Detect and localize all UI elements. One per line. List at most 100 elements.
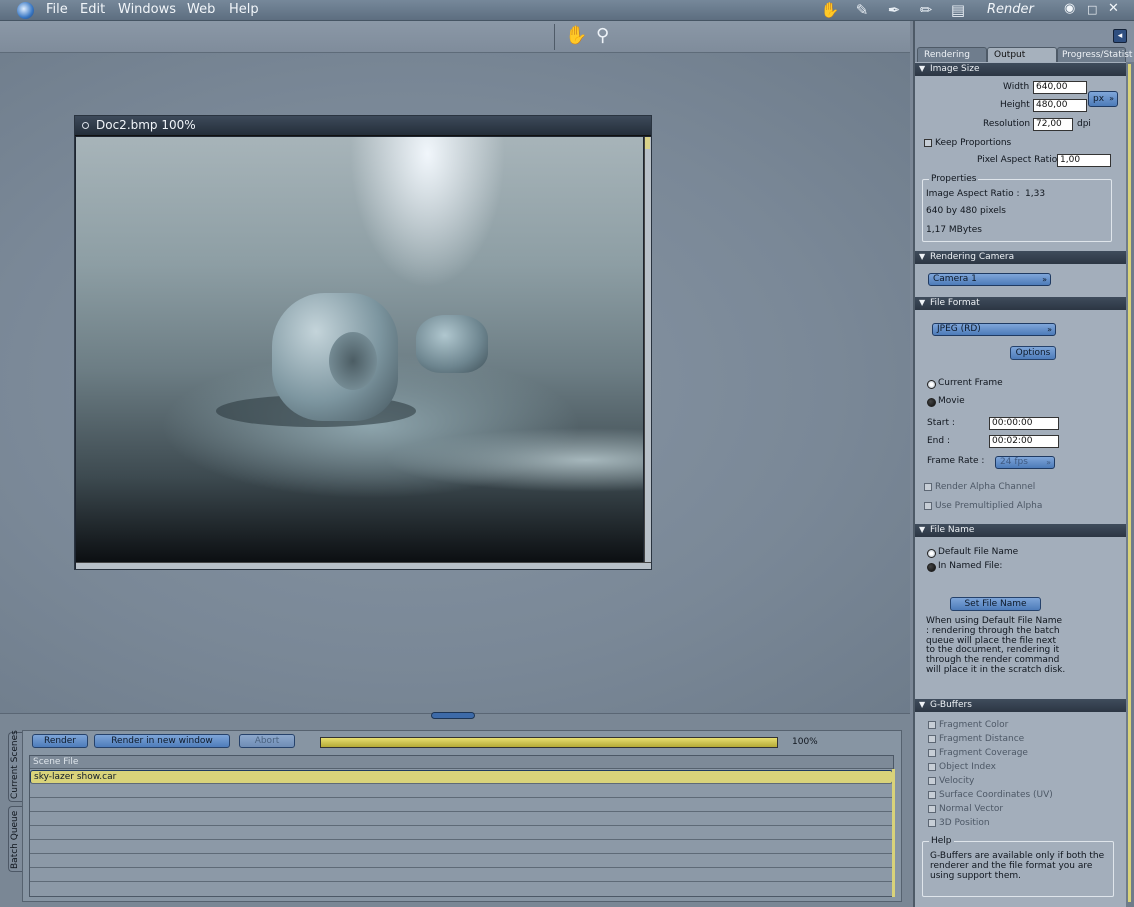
room-pencil-icon[interactable]: ✏ xyxy=(914,0,938,20)
menu-help[interactable]: Help xyxy=(229,2,259,17)
tab-output[interactable]: Output xyxy=(987,47,1057,62)
frame-rate-label: Frame Rate : xyxy=(927,456,985,466)
pixel-aspect-label: Pixel Aspect Ratio : xyxy=(977,155,1064,165)
height-input[interactable]: 480,00 xyxy=(1033,99,1087,112)
options-button[interactable]: Options xyxy=(1010,346,1056,360)
gbuffer-label: Surface Coordinates (UV) xyxy=(939,790,1053,800)
gbuffers-help-group: Help G-Buffers are available only if bot… xyxy=(922,836,1114,897)
room-hand-icon[interactable]: ✋ xyxy=(818,0,842,20)
panel-resize-handle[interactable] xyxy=(431,712,475,719)
gbuffer-checkbox[interactable] xyxy=(928,749,936,757)
premultiplied-alpha-label: Use Premultiplied Alpha xyxy=(935,501,1043,511)
tab-current-scenes[interactable]: Current Scenes xyxy=(8,730,22,802)
section-file-format[interactable]: File Format xyxy=(915,297,1126,310)
menu-bar: File Edit Windows Web Help ✋ ✎ ✒ ✏ ▤ Ren… xyxy=(0,0,1134,21)
gbuffer-checkbox[interactable] xyxy=(928,763,936,771)
table-row[interactable] xyxy=(30,784,893,798)
tab-rendering[interactable]: Rendering xyxy=(917,47,987,62)
movie-radio[interactable] xyxy=(927,398,936,407)
panel-scroll-thumb[interactable] xyxy=(1128,64,1131,902)
table-row[interactable]: sky-lazer show.car xyxy=(30,770,893,784)
gbuffer-label: Fragment Color xyxy=(939,720,1009,730)
named-file-label: In Named File: xyxy=(938,561,1003,571)
section-g-buffers[interactable]: G-Buffers xyxy=(915,699,1126,712)
table-row[interactable] xyxy=(30,882,893,896)
chevron-down-icon: » xyxy=(1042,275,1047,284)
current-frame-radio[interactable] xyxy=(927,380,936,389)
abort-button[interactable]: Abort xyxy=(239,734,295,748)
width-input[interactable]: 640,00 xyxy=(1033,81,1087,94)
vertical-scroll-thumb[interactable] xyxy=(645,137,650,149)
gbuffer-checkbox[interactable] xyxy=(928,735,936,743)
chevron-down-icon: » xyxy=(1046,458,1051,467)
room-brush-icon[interactable]: ✎ xyxy=(850,0,874,20)
gbuffer-checkbox[interactable] xyxy=(928,819,936,827)
gbuffer-checkbox[interactable] xyxy=(928,805,936,813)
table-row[interactable] xyxy=(30,812,893,826)
document-vertical-scrollbar[interactable] xyxy=(644,137,651,562)
panel-pin-icon[interactable]: ◂ xyxy=(1113,29,1127,43)
tab-batch-queue[interactable]: Batch Queue xyxy=(8,806,22,872)
menu-edit[interactable]: Edit xyxy=(80,2,105,17)
named-file-radio[interactable] xyxy=(927,563,936,572)
chevron-down-icon: » xyxy=(1109,94,1114,103)
file-format-select[interactable]: JPEG (RD) » xyxy=(932,323,1056,336)
gbuffer-checkbox[interactable] xyxy=(928,791,936,799)
table-row[interactable] xyxy=(30,798,893,812)
maximize-icon[interactable]: □ xyxy=(1087,3,1097,16)
end-label: End : xyxy=(927,436,950,446)
pixel-aspect-input[interactable]: 1,00 xyxy=(1057,154,1111,167)
gbuffer-checkbox[interactable] xyxy=(928,777,936,785)
frame-rate-select[interactable]: 24 fps » xyxy=(995,456,1055,469)
close-icon[interactable]: ✕ xyxy=(1108,1,1119,16)
end-input[interactable]: 00:02:00 xyxy=(989,435,1059,448)
scene-file-table: Scene File sky-lazer show.car xyxy=(29,755,895,897)
table-row[interactable] xyxy=(30,826,893,840)
hand-tool-icon[interactable]: ✋ xyxy=(565,25,587,46)
default-file-name-label: Default File Name xyxy=(938,547,1019,557)
output-tab-content: Image Size Width : 640,00 Height : 480,0… xyxy=(915,62,1126,907)
premultiplied-alpha-checkbox[interactable] xyxy=(924,502,932,510)
start-label: Start : xyxy=(927,418,955,428)
menu-file[interactable]: File xyxy=(46,2,68,17)
room-title: Render xyxy=(987,2,1034,17)
render-button[interactable]: Render xyxy=(32,734,88,748)
section-rendering-camera[interactable]: Rendering Camera xyxy=(915,251,1126,264)
set-file-name-button[interactable]: Set File Name xyxy=(950,597,1041,611)
resolution-label: Resolution : xyxy=(983,119,1036,129)
panel-scrollbar[interactable] xyxy=(1126,62,1134,907)
camera-select[interactable]: Camera 1 » xyxy=(928,273,1051,286)
app-logo-icon[interactable] xyxy=(17,2,34,19)
tab-current-scenes-label: Current Scenes xyxy=(10,730,20,799)
render-queue-panel: Current Scenes Batch Queue Render Render… xyxy=(0,712,910,907)
document-titlebar[interactable]: Doc2.bmp 100% xyxy=(75,116,651,136)
menu-web[interactable]: Web xyxy=(187,2,215,17)
gbuffer-checkbox[interactable] xyxy=(928,721,936,729)
default-file-name-radio[interactable] xyxy=(927,549,936,558)
document-close-icon[interactable] xyxy=(82,122,89,129)
table-row[interactable] xyxy=(30,868,893,882)
document-window[interactable]: Doc2.bmp 100% xyxy=(74,115,652,570)
render-alpha-checkbox[interactable] xyxy=(924,483,932,491)
rendered-image xyxy=(76,137,643,562)
table-scrollbar[interactable] xyxy=(892,769,895,897)
section-image-size[interactable]: Image Size xyxy=(915,63,1126,76)
render-new-window-button[interactable]: Render in new window xyxy=(94,734,230,748)
document-horizontal-scrollbar[interactable] xyxy=(76,562,651,569)
menu-windows[interactable]: Windows xyxy=(118,2,176,17)
gbuffers-help-text: G-Buffers are available only if both the… xyxy=(930,851,1105,881)
table-row[interactable] xyxy=(30,854,893,868)
keep-proportions-checkbox[interactable] xyxy=(924,139,932,147)
room-film-icon[interactable]: ▤ xyxy=(946,0,970,20)
resolution-input[interactable]: 72,00 xyxy=(1033,118,1073,131)
eye-icon[interactable]: ◉ xyxy=(1064,1,1075,16)
room-pen-icon[interactable]: ✒ xyxy=(882,0,906,20)
zoom-tool-icon[interactable]: ⚲ xyxy=(596,25,609,46)
unit-select[interactable]: px » xyxy=(1088,91,1118,107)
image-aspect-label: Image Aspect Ratio : xyxy=(926,189,1020,199)
file-size-text: 1,17 MBytes xyxy=(926,225,982,235)
section-file-name[interactable]: File Name xyxy=(915,524,1126,537)
tab-progress[interactable]: Progress/Statist xyxy=(1057,47,1132,62)
table-row[interactable] xyxy=(30,840,893,854)
start-input[interactable]: 00:00:00 xyxy=(989,417,1059,430)
